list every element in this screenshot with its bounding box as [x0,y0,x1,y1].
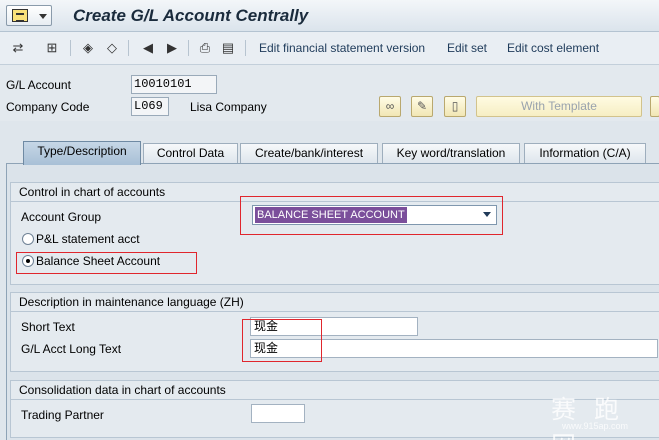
long-text-input[interactable]: 现金 [250,339,658,358]
toolbar-separator [188,40,189,56]
edit-cost-element-link[interactable]: Edit cost element [507,41,599,55]
company-code-field[interactable]: L069 [131,97,169,116]
next-entry-icon[interactable]: ◇ [104,40,120,56]
document-icon[interactable]: ▤ [220,40,236,56]
menu-icon [12,9,28,22]
short-text-input[interactable]: 现金 [250,317,418,336]
with-template-button[interactable]: With Template [476,96,642,117]
more-button[interactable] [650,96,659,117]
tab-strip: Control Data Create/bank/interest Key wo… [0,138,659,165]
gl-account-label: G/L Account [6,78,71,92]
previous-entry-icon[interactable]: ◈ [80,40,96,56]
application-toolbar: ⇄ ⊞ ◈ ◇ ◀ ▶ ⎙ ▤ Edit financial statement… [0,32,659,65]
account-group-select[interactable]: BALANCE SHEET ACCOUNT [252,205,497,225]
radio-bs-label: Balance Sheet Account [36,254,161,268]
radio-pl-label: P&L statement acct [36,232,140,246]
radio-pl-statement[interactable] [22,233,34,245]
other-account-icon[interactable]: ⊞ [44,40,60,56]
print-icon[interactable]: ⎙ [197,40,213,56]
pencil-icon: ✎ [416,99,428,113]
glasses-icon: ∞ [385,99,395,113]
company-name: Lisa Company [190,100,267,114]
watermark-url: www.915ap.com [562,421,629,431]
chevron-down-icon [39,14,47,19]
edit-set-link[interactable]: Edit set [447,41,487,55]
tab-information[interactable]: Information (C/A) [524,143,646,164]
page-title: Create G/L Account Centrally [73,6,309,25]
dropdown-arrow-icon[interactable] [483,212,491,217]
divider [11,311,659,312]
new-document-icon: ▯ [451,99,459,113]
account-group-value: BALANCE SHEET ACCOUNT [255,207,407,223]
gl-account-field[interactable]: 10010101 [131,75,217,94]
watermark: 赛 跑 网 www.915ap.com [505,389,659,440]
radio-balance-sheet[interactable] [22,255,34,267]
short-text-label: Short Text [21,320,75,334]
trading-partner-label: Trading Partner [21,408,104,422]
trading-partner-input[interactable] [251,404,305,423]
toolbar-separator [128,40,129,56]
tab-type-description[interactable]: Type/Description [23,141,141,165]
toolbar-separator [70,40,71,56]
tab-keyword-translation[interactable]: Key word/translation [382,143,520,164]
template-label: With Template [521,99,597,113]
group-title: Consolidation data in chart of accounts [19,383,226,397]
edit-button[interactable]: ✎ [411,96,433,117]
long-text-label: G/L Acct Long Text [21,342,122,356]
company-code-label: Company Code [6,100,90,114]
title-bar: Create G/L Account Centrally [0,0,659,32]
divider [11,201,659,202]
tab-create-bank-interest[interactable]: Create/bank/interest [240,143,378,164]
group-title: Description in maintenance language (ZH) [19,295,244,309]
group-title: Control in chart of accounts [19,185,166,199]
display-change-icon[interactable]: ⇄ [10,40,26,56]
system-menu-button[interactable] [6,5,52,26]
edit-fs-version-link[interactable]: Edit financial statement version [259,41,425,55]
watermark-text: 赛 跑 网 [551,395,624,440]
tab-control-data[interactable]: Control Data [143,143,238,164]
back-icon[interactable]: ◀ [140,40,156,56]
toolbar-separator [245,40,246,56]
account-group-label: Account Group [21,210,102,224]
display-button[interactable]: ∞ [379,96,401,117]
forward-icon[interactable]: ▶ [164,40,180,56]
create-button[interactable]: ▯ [444,96,466,117]
